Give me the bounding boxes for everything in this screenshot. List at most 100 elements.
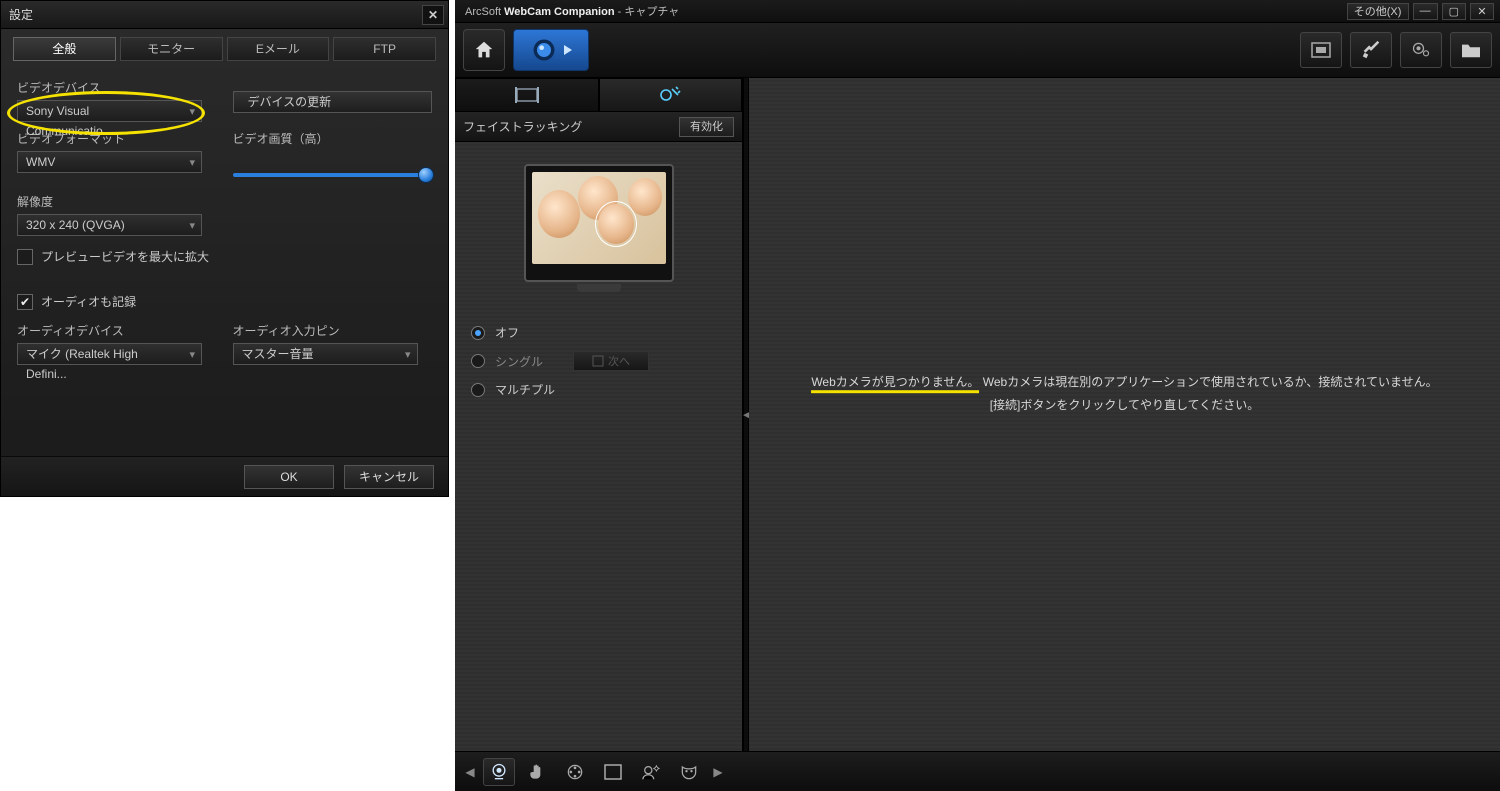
frame-icon (603, 763, 623, 781)
radio-single[interactable]: シングル 次へ (471, 351, 726, 371)
cancel-button[interactable]: キャンセル (344, 465, 434, 489)
tracking-mode-radios: オフ シングル 次へ マルチプル (455, 294, 742, 428)
hand-icon (527, 762, 547, 782)
mask-icon (679, 763, 699, 781)
record-audio-label: オーディオも記録 (41, 293, 136, 310)
dialog-footer: OK キャンセル (1, 456, 448, 496)
folder-icon (1460, 41, 1482, 59)
record-audio-checkbox[interactable]: ✔ オーディオも記録 (17, 293, 432, 310)
checkbox-icon (17, 249, 33, 265)
tools-icon (1360, 39, 1382, 61)
settings-tools-button[interactable] (1350, 32, 1392, 68)
subtab-effects[interactable] (599, 78, 743, 112)
monitor-screen (532, 172, 666, 264)
folder-button[interactable] (1450, 32, 1492, 68)
audio-pin-select[interactable]: マスター音量 (233, 343, 418, 365)
home-button[interactable] (463, 29, 505, 71)
title-bold: WebCam Companion (504, 6, 614, 18)
main-titlebar: ArcSoft WebCam Companion - キャプチャ その他(X) … (455, 0, 1500, 23)
dialog-titlebar: 設定 ✕ (1, 1, 448, 29)
title-suffix: - キャプチャ (615, 6, 680, 18)
ok-button[interactable]: OK (244, 465, 334, 489)
checkbox-icon: ✔ (17, 294, 33, 310)
tab-ftp[interactable]: FTP (333, 37, 436, 61)
tab-general[interactable]: 全般 (13, 37, 116, 61)
preview-canvas: Webカメラが見つかりません。 Webカメラは現在別のアプリケーションで使用され… (749, 78, 1500, 751)
subtab-media[interactable] (455, 78, 599, 112)
error-line2: [接続]ボタンをクリックしてやり直してください。 (990, 398, 1260, 412)
wand-icon (658, 85, 682, 105)
effect-frame-button[interactable] (597, 758, 629, 786)
maximize-button[interactable]: ▢ (1442, 3, 1466, 20)
radio-multiple-label: マルチプル (495, 381, 555, 398)
minimize-button[interactable]: — (1413, 3, 1438, 20)
next-label: 次へ (608, 353, 630, 369)
title-prefix: ArcSoft (465, 6, 504, 18)
face-tracking-label: フェイストラッキング (463, 118, 582, 135)
radio-single-label: シングル (495, 353, 543, 370)
other-menu-button[interactable]: その他(X) (1347, 3, 1409, 20)
enable-button[interactable]: 有効化 (679, 117, 734, 137)
fullscreen-button[interactable] (1300, 32, 1342, 68)
expand-preview-checkbox[interactable]: プレビュービデオを最大に拡大 (17, 248, 432, 265)
monitor-frame (524, 164, 674, 282)
effect-hand-button[interactable] (521, 758, 553, 786)
video-device-select[interactable]: Sony Visual Communicatio... (17, 100, 202, 122)
refresh-device-button[interactable]: デバイスの更新 (233, 91, 433, 113)
scroll-right-button[interactable]: ▶ (711, 765, 725, 779)
content-area: フェイストラッキング 有効化 オフ (455, 78, 1500, 751)
media-strip-icon (514, 86, 540, 104)
film-reel-icon (565, 762, 585, 782)
dialog-close-button[interactable]: ✕ (422, 5, 444, 25)
video-device-label: ビデオデバイス (17, 79, 217, 96)
tab-email[interactable]: Eメール (227, 37, 330, 61)
dialog-tabs: 全般 モニター Eメール FTP (1, 29, 448, 61)
effect-avatar-button[interactable] (635, 758, 667, 786)
capture-mode-button[interactable] (513, 29, 589, 71)
main-window: ArcSoft WebCam Companion - キャプチャ その他(X) … (455, 0, 1500, 791)
face-tracking-header: フェイストラッキング 有効化 (455, 112, 742, 142)
error-line1a: Webカメラが見つかりません。 (811, 376, 979, 394)
next-disabled-button: 次へ (573, 351, 649, 371)
effect-film-button[interactable] (559, 758, 591, 786)
face-icon (538, 190, 580, 238)
effect-mask-button[interactable] (673, 758, 705, 786)
preview-thumbnail (455, 142, 742, 294)
face-icon (628, 178, 662, 216)
home-icon (473, 39, 495, 61)
webcam-settings-button[interactable] (1400, 32, 1442, 68)
face-box-icon (592, 355, 604, 367)
resolution-select[interactable]: 320 x 240 (QVGA) (17, 214, 202, 236)
bottom-toolbar: ◀ ▶ (455, 751, 1500, 791)
error-message: Webカメラが見つかりません。 Webカメラは現在別のアプリケーションで使用され… (787, 372, 1463, 418)
video-format-select[interactable]: WMV (17, 151, 202, 173)
dialog-title: 設定 (9, 6, 33, 23)
webcam-icon (489, 762, 509, 782)
error-line1b: Webカメラは現在別のアプリケーションで使用されているか、接続されていません。 (983, 376, 1438, 390)
audio-device-label: オーディオデバイス (17, 322, 217, 339)
settings-dialog: 設定 ✕ 全般 モニター Eメール FTP ビデオデバイス Sony Visua… (0, 0, 449, 497)
radio-dot-icon (471, 383, 485, 397)
fullscreen-icon (1311, 42, 1331, 58)
app-title: ArcSoft WebCam Companion - キャプチャ (465, 3, 679, 19)
resolution-label: 解像度 (17, 193, 432, 210)
effect-webcam-button[interactable] (483, 758, 515, 786)
slider-thumb[interactable] (418, 167, 434, 183)
close-button[interactable]: ✕ (1470, 3, 1494, 20)
radio-dot-icon (471, 354, 485, 368)
slider-track (233, 173, 433, 177)
scroll-left-button[interactable]: ◀ (463, 765, 477, 779)
sidebar: フェイストラッキング 有効化 オフ (455, 78, 743, 751)
tab-monitor[interactable]: モニター (120, 37, 223, 61)
radio-off[interactable]: オフ (471, 324, 726, 341)
radio-multiple[interactable]: マルチプル (471, 381, 726, 398)
audio-device-select[interactable]: マイク (Realtek High Defini... (17, 343, 202, 365)
face-icon (598, 204, 634, 244)
video-quality-slider[interactable] (233, 165, 433, 185)
video-quality-label: ビデオ画質（高） (233, 130, 433, 147)
expand-preview-label: プレビュービデオを最大に拡大 (41, 248, 209, 265)
radio-dot-icon (471, 326, 485, 340)
avatar-sparkle-icon (640, 763, 662, 781)
radio-off-label: オフ (495, 324, 519, 341)
audio-pin-label: オーディオ入力ピン (233, 322, 433, 339)
